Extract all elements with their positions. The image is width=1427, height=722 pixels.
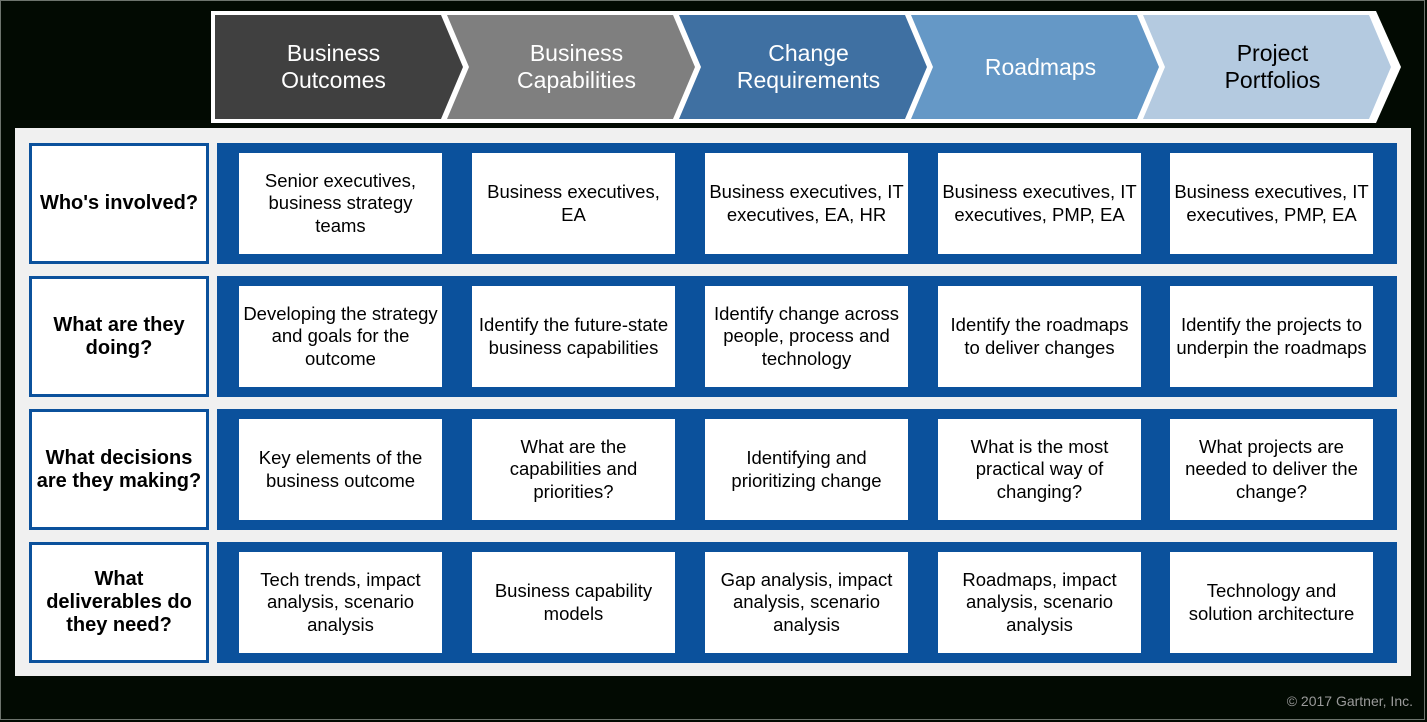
matrix-cell: Business executives, IT executives, EA, …	[705, 153, 908, 254]
matrix-cell: Identify the future-state business capab…	[472, 286, 675, 387]
matrix-cell: Roadmaps, impact analysis, scenario anal…	[938, 552, 1141, 653]
copyright-notice: © 2017 Gartner, Inc.	[1286, 693, 1413, 709]
matrix-cell: Identify change across people, process a…	[705, 286, 908, 387]
matrix-cell: Business executives, EA	[472, 153, 675, 254]
matrix-cell: Tech trends, impact analysis, scenario a…	[239, 552, 442, 653]
matrix-cell: Business executives, IT executives, PMP,…	[938, 153, 1141, 254]
phase-label: Change Requirements	[736, 40, 881, 93]
matrix-cell: Identify the roadmaps to deliver changes	[938, 286, 1141, 387]
matrix-cell: Key elements of the business outcome	[239, 419, 442, 520]
matrix-cell: What is the most practical way of changi…	[938, 419, 1141, 520]
phase-label: Business Capabilities	[517, 40, 636, 93]
matrix-cell: Technology and solution architecture	[1170, 552, 1373, 653]
row-band: Senior executives, business strategy tea…	[217, 143, 1397, 264]
row-question: What are they doing?	[29, 276, 209, 397]
row-band: Tech trends, impact analysis, scenario a…	[217, 542, 1397, 663]
phase-label: Roadmaps	[984, 53, 1097, 80]
matrix-cell: Gap analysis, impact analysis, scenario …	[705, 552, 908, 653]
row-question: Who's involved?	[29, 143, 209, 264]
matrix-cell: Senior executives, business strategy tea…	[239, 153, 442, 254]
row-question: What decisions are they making?	[29, 409, 209, 530]
matrix-cell: Identify the projects to underpin the ro…	[1170, 286, 1373, 387]
matrix-cell: Business executives, IT executives, PMP,…	[1170, 153, 1373, 254]
row-question: What deliverables do they need?	[29, 542, 209, 663]
matrix-cell: What are the capabilities and priorities…	[472, 419, 675, 520]
matrix-cell: Business capability models	[472, 552, 675, 653]
matrix-cell: What projects are needed to deliver the …	[1170, 419, 1373, 520]
matrix-cell: Developing the strategy and goals for th…	[239, 286, 442, 387]
row-band: Key elements of the business outcome What…	[217, 409, 1397, 530]
matrix-cell: Identifying and prioritizing change	[705, 419, 908, 520]
phase-chevron-bar: Business Outcomes Business Capabilities Ch…	[211, 11, 1401, 123]
phase-label: Business Outcomes	[281, 40, 386, 93]
row-band: Developing the strategy and goals for th…	[217, 276, 1397, 397]
phase-label: Project Portfolios	[1224, 40, 1321, 93]
